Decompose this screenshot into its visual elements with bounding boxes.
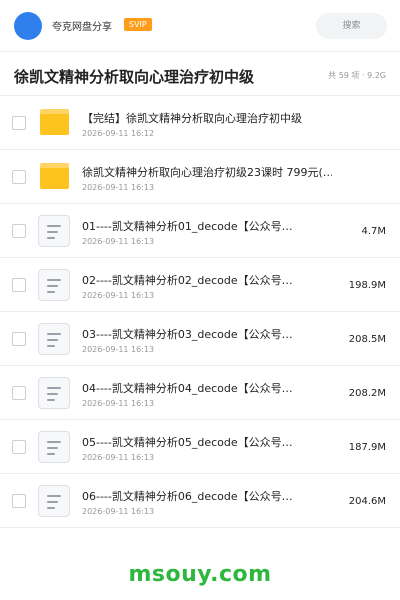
file-row[interactable]: 02----凯文精神分析02_decode【公众号… 2026-09-11 16:…: [0, 258, 400, 312]
item-count-summary: 共 59 项 · 9.2G: [328, 71, 386, 80]
file-row[interactable]: 06----凯文精神分析06_decode【公众号… 2026-09-11 16:…: [0, 474, 400, 528]
document-icon: [38, 269, 70, 301]
file-name[interactable]: 04----凯文精神分析04_decode【公众号…: [82, 380, 332, 396]
folder-icon: [40, 109, 69, 135]
row-checkbox[interactable]: [12, 278, 26, 292]
app-header: 夸克网盘分享 SVIP 搜索: [0, 0, 400, 52]
row-checkbox[interactable]: [12, 494, 26, 508]
file-row[interactable]: 05----凯文精神分析05_decode【公众号… 2026-09-11 16:…: [0, 420, 400, 474]
file-date: 2026-09-11 16:12: [82, 129, 155, 138]
app-name: 夸克网盘分享: [52, 22, 112, 33]
file-name[interactable]: 02----凯文精神分析02_decode【公众号…: [82, 272, 332, 288]
row-checkbox[interactable]: [12, 224, 26, 238]
file-size: 204.6M: [348, 496, 386, 507]
document-icon: [38, 485, 70, 517]
file-row[interactable]: 03----凯文精神分析03_decode【公众号… 2026-09-11 16:…: [0, 312, 400, 366]
file-list: 【完结】徐凯文精神分析取向心理治疗初中级 2026-09-11 16:12 徐凯文精…: [0, 96, 400, 528]
row-checkbox[interactable]: [12, 386, 26, 400]
row-checkbox[interactable]: [12, 116, 26, 130]
folder-icon: [40, 163, 69, 189]
file-row[interactable]: 04----凯文精神分析04_decode【公众号… 2026-09-11 16:…: [0, 366, 400, 420]
file-date: 2026-09-11 16:13: [82, 345, 155, 354]
file-size: 4.7M: [361, 226, 386, 237]
document-icon: [38, 377, 70, 409]
svip-badge: SVIP: [124, 18, 152, 31]
file-name[interactable]: 【完结】徐凯文精神分析取向心理治疗初中级: [82, 110, 332, 126]
file-size: 208.2M: [348, 388, 386, 399]
row-checkbox[interactable]: [12, 332, 26, 346]
file-date: 2026-09-11 16:13: [82, 183, 155, 192]
file-date: 2026-09-11 16:13: [82, 237, 155, 246]
file-date: 2026-09-11 16:13: [82, 291, 155, 300]
file-date: 2026-09-11 16:13: [82, 453, 155, 462]
document-icon: [38, 431, 70, 463]
avatar[interactable]: [14, 12, 42, 40]
row-checkbox[interactable]: [12, 170, 26, 184]
file-name[interactable]: 徐凯文精神分析取向心理治疗初级23课时 799元(…: [82, 164, 332, 180]
file-name[interactable]: 01----凯文精神分析01_decode【公众号…: [82, 218, 332, 234]
file-row[interactable]: 01----凯文精神分析01_decode【公众号… 2026-09-11 16:…: [0, 204, 400, 258]
share-title-bar: 徐凯文精神分析取向心理治疗初中级 共 59 项 · 9.2G: [0, 52, 400, 96]
file-date: 2026-09-11 16:13: [82, 399, 155, 408]
search-input[interactable]: 搜索: [316, 13, 387, 39]
file-size: 187.9M: [348, 442, 386, 453]
file-name[interactable]: 03----凯文精神分析03_decode【公众号…: [82, 326, 332, 342]
page-title: 徐凯文精神分析取向心理治疗初中级: [14, 68, 255, 86]
file-size: 198.9M: [348, 280, 386, 291]
document-icon: [38, 215, 70, 247]
folder-row[interactable]: 徐凯文精神分析取向心理治疗初级23课时 799元(… 2026-09-11 16:…: [0, 150, 400, 204]
document-icon: [38, 323, 70, 355]
file-name[interactable]: 05----凯文精神分析05_decode【公众号…: [82, 434, 332, 450]
file-size: 208.5M: [348, 334, 386, 345]
watermark-text: msouy.com: [128, 562, 272, 587]
row-checkbox[interactable]: [12, 440, 26, 454]
file-name[interactable]: 06----凯文精神分析06_decode【公众号…: [82, 488, 332, 504]
folder-row[interactable]: 【完结】徐凯文精神分析取向心理治疗初中级 2026-09-11 16:12: [0, 96, 400, 150]
file-date: 2026-09-11 16:13: [82, 507, 155, 516]
